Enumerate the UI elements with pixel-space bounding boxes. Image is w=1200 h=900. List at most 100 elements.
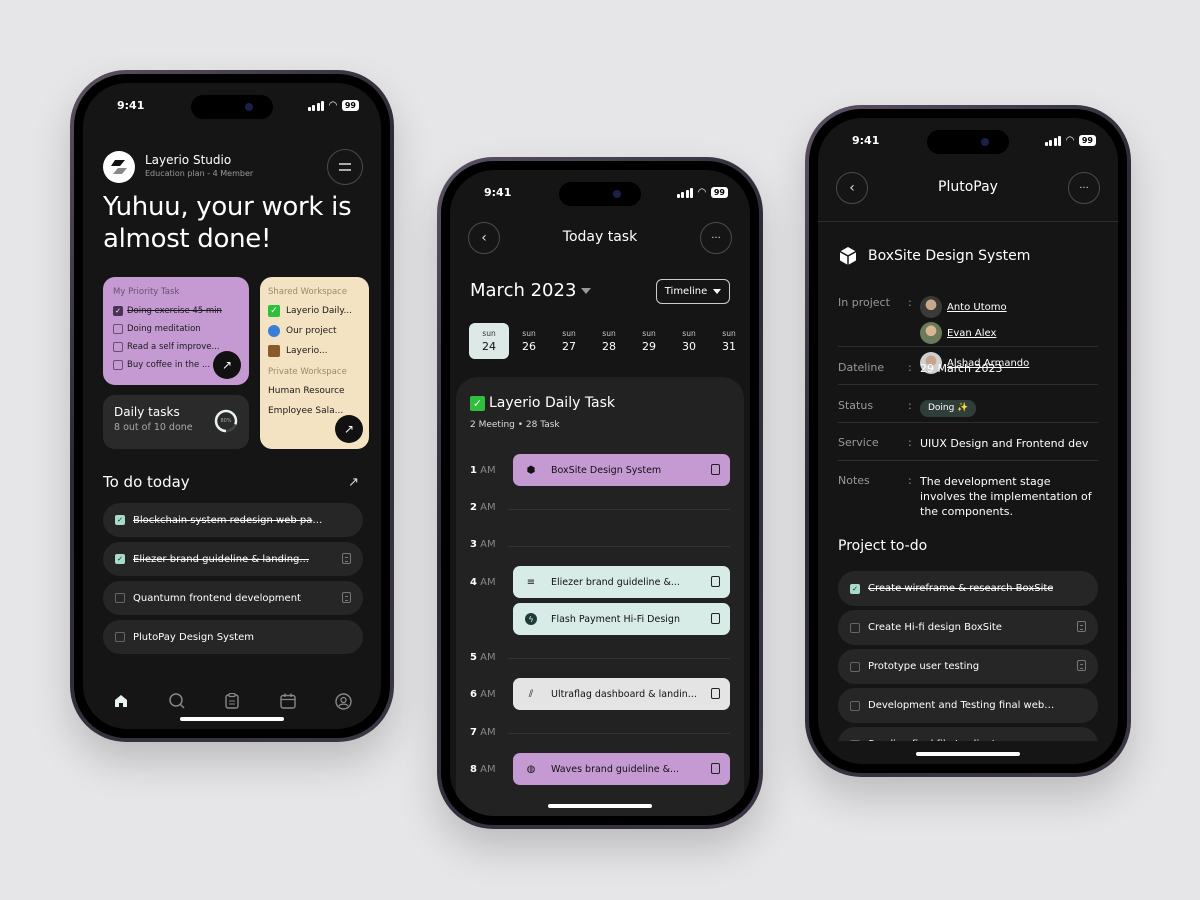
private-workspace-label: Private Workspace	[268, 367, 347, 377]
event-card[interactable]: ◍ Waves brand guideline &...	[513, 753, 730, 785]
workspace-item[interactable]: Our project	[268, 321, 361, 341]
checkbox-checked[interactable]: ✓	[115, 554, 125, 564]
checkbox[interactable]	[850, 661, 860, 672]
todo-open-button[interactable]: ↗	[348, 475, 359, 490]
daily-tasks-card[interactable]: Daily tasks 8 out of 10 done 80%	[103, 395, 249, 449]
home-screen: 9:41 ◠ 99 Layerio Studio Education plan …	[83, 83, 381, 729]
checkbox[interactable]	[115, 593, 125, 603]
checkbox[interactable]	[115, 632, 125, 642]
avatar	[920, 296, 942, 318]
nav-calendar[interactable]	[278, 691, 298, 711]
check-emoji-icon: ✓	[470, 395, 485, 411]
todo-item[interactable]: Development and Testing final website	[838, 688, 1098, 723]
phone-project-detail: 9:41 ◠ 99 ‹ PlutoPay ··· BoxSite Design …	[805, 105, 1131, 777]
open-workspace-button[interactable]: ↗	[335, 415, 363, 443]
date-chip[interactable]: sun 30	[669, 323, 709, 359]
checkbox[interactable]	[850, 622, 860, 633]
hour-label: 2 AM	[470, 502, 496, 513]
checkbox[interactable]	[850, 700, 860, 711]
todo-item[interactable]: Quantumn frontend development	[103, 581, 363, 615]
project-todo-list[interactable]: ✓ Create wireframe & research BoxSite Cre…	[838, 571, 1098, 741]
arrow-up-right-icon: ↗	[343, 422, 355, 436]
checkbox[interactable]	[850, 739, 860, 741]
checkbox[interactable]	[113, 342, 123, 352]
project-todo-title: Project to-do	[838, 538, 928, 554]
checkbox-checked[interactable]: ✓	[115, 515, 125, 525]
more-button[interactable]: ···	[1068, 172, 1100, 204]
calendar-icon	[279, 693, 296, 709]
todo-title: To do today	[103, 473, 190, 491]
priority-card-label: My Priority Task	[113, 287, 180, 297]
date-chip[interactable]: sun 27	[549, 323, 589, 359]
briefcase-emoji-icon	[268, 345, 280, 357]
month-selector[interactable]: March 2023	[470, 280, 576, 301]
date-chip[interactable]: sun 29	[629, 323, 669, 359]
event-card[interactable]: ≡ Eliezer brand guideline &...	[513, 566, 730, 598]
wifi-icon: ◠	[698, 187, 706, 198]
document-icon	[342, 553, 351, 564]
status-badge: Doing ✨	[920, 400, 977, 417]
document-icon	[342, 592, 351, 603]
shared-workspace-label: Shared Workspace	[268, 287, 348, 297]
more-button[interactable]: ···	[700, 222, 732, 254]
nav-search[interactable]	[167, 691, 187, 711]
event-card[interactable]: ϟ Flash Payment Hi-Fi Design	[513, 603, 730, 635]
shared-workspace-card[interactable]: Shared Workspace ✓ Layerio Daily... Our p…	[260, 277, 369, 449]
checkbox[interactable]	[113, 324, 123, 334]
priority-task-card[interactable]: My Priority Task ✓ Doing exercise 45 min …	[103, 277, 249, 385]
workspace-logo[interactable]	[103, 151, 135, 183]
todo-item[interactable]: ✓ Create wireframe & research BoxSite	[838, 571, 1098, 606]
date-chip[interactable]: sun 31	[709, 323, 749, 359]
nav-profile[interactable]	[333, 691, 353, 711]
globe-emoji-icon	[268, 325, 280, 337]
menu-button[interactable]	[327, 149, 363, 185]
hour-label: 8 AM	[470, 764, 496, 775]
member-link[interactable]: Anto Utomo	[920, 296, 1007, 318]
date-chip[interactable]: sun 26	[509, 323, 549, 359]
priority-item[interactable]: ✓ Doing exercise 45 min	[113, 302, 239, 320]
date-chip[interactable]: sun 28	[589, 323, 629, 359]
status-bar: 9:41 ◠ 99	[450, 184, 750, 204]
menu-icon	[339, 163, 351, 171]
todo-item[interactable]: Sending final file to client	[838, 727, 1098, 741]
nav-tasks[interactable]	[222, 691, 242, 711]
open-priority-button[interactable]: ↗	[213, 351, 241, 379]
todo-item[interactable]: PlutoPay Design System	[103, 620, 363, 654]
todo-item[interactable]: Prototype user testing	[838, 649, 1098, 684]
hour-label: 6 AM	[470, 689, 496, 700]
wifi-icon: ◠	[1066, 135, 1074, 146]
todo-item[interactable]: ✓ Blockchain system redesign web page	[103, 503, 363, 537]
status-bar: 9:41 ◠ 99	[818, 132, 1118, 152]
workspace-item[interactable]: Layerio...	[268, 341, 361, 361]
signal-icon	[1044, 135, 1062, 146]
document-icon	[711, 464, 720, 475]
notes-row: Notes: The development stage involves the…	[838, 474, 1092, 518]
workspace-item[interactable]: Human Resource	[268, 381, 361, 401]
progress-ring: 80%	[213, 408, 239, 434]
nav-home[interactable]	[111, 691, 131, 711]
event-card[interactable]: ⫽ Ultraflag dashboard & landin...	[513, 678, 730, 710]
date-chip[interactable]: sun 24	[469, 323, 509, 359]
document-icon	[711, 576, 720, 587]
todo-item[interactable]: Create Hi-fi design BoxSite	[838, 610, 1098, 645]
priority-item[interactable]: Doing meditation	[113, 320, 239, 338]
checkbox-checked[interactable]: ✓	[113, 306, 123, 316]
avatar	[920, 322, 942, 344]
todo-item[interactable]: ✓ Eliezer brand guideline & landing...	[103, 542, 363, 576]
member-link[interactable]: Evan Alex	[920, 322, 996, 344]
checkbox-checked[interactable]: ✓	[850, 583, 860, 594]
page-headline: Yuhuu, your work is almost done!	[103, 192, 352, 254]
arrow-up-right-icon: ↗	[348, 475, 359, 490]
eliezer-logo-icon: ≡	[526, 576, 536, 588]
workspace-item[interactable]: ✓ Layerio Daily...	[268, 301, 361, 321]
panel-subtitle: 2 Meeting • 28 Task	[470, 420, 560, 430]
battery-icon: 99	[1078, 135, 1096, 146]
home-icon	[115, 695, 127, 707]
event-card[interactable]: ⬢ BoxSite Design System	[513, 454, 730, 486]
caret-down-icon[interactable]	[581, 288, 591, 294]
flash-icon: ϟ	[525, 613, 537, 625]
checkbox[interactable]	[113, 360, 123, 370]
panel-title: ✓ Layerio Daily Task	[470, 395, 615, 411]
view-dropdown[interactable]: Timeline	[656, 279, 730, 304]
project-title: BoxSite Design System	[838, 246, 1030, 266]
